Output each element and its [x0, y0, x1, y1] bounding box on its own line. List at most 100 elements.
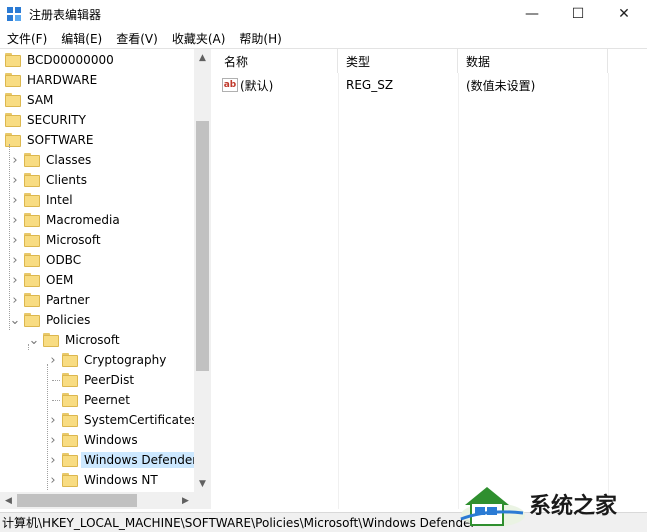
tree-node[interactable]: › Intel — [0, 190, 194, 210]
maximize-button[interactable]: ☐ — [555, 0, 601, 28]
menu-favorites[interactable]: 收藏夹(A) — [165, 30, 233, 47]
tree-node[interactable]: › Windows NT — [0, 470, 194, 490]
value-list[interactable]: 名称 类型 数据 ab (默认) REG_SZ (数值未设置) — [216, 49, 647, 509]
folder-icon — [24, 313, 40, 327]
folder-icon — [62, 473, 78, 487]
column-header-data[interactable]: 数据 — [458, 49, 608, 73]
tree-node[interactable]: › Windows — [0, 430, 194, 450]
tree-node[interactable]: › OEM — [0, 270, 194, 290]
column-separator — [338, 73, 339, 509]
tree-node-label: Microsoft — [65, 333, 120, 347]
registry-tree[interactable]: BCD00000000 HARDWARE SAM SECURITY SOFTWARE › C… — [0, 49, 211, 492]
chevron-right-icon[interactable]: › — [10, 150, 20, 170]
folder-icon — [62, 413, 78, 427]
tree-node-label: Macromedia — [46, 213, 120, 227]
folder-icon — [5, 93, 21, 107]
column-header-type[interactable]: 类型 — [338, 49, 458, 73]
watermark: 系统之家 — [457, 478, 647, 530]
watermark-text: 系统之家 — [529, 494, 618, 519]
tree-node[interactable]: PeerDist — [0, 370, 194, 390]
tree-node[interactable]: › Clients — [0, 170, 194, 190]
folder-icon — [5, 113, 21, 127]
folder-icon — [62, 393, 78, 407]
scroll-left-icon[interactable]: ◀ — [0, 492, 17, 509]
ab-string-icon: ab — [222, 78, 238, 92]
tree-node[interactable]: SOFTWARE — [0, 130, 194, 150]
tree-node-label: Windows — [84, 433, 138, 447]
menu-file[interactable]: 文件(F) — [0, 30, 54, 47]
tree-node[interactable]: BCD00000000 — [0, 50, 194, 70]
menu-view[interactable]: 查看(V) — [109, 30, 165, 47]
tree-node-label: SAM — [27, 93, 54, 107]
tree-node[interactable]: › SystemCertificates — [0, 410, 197, 430]
chevron-down-icon[interactable]: ⌄ — [10, 310, 21, 330]
menu-bar: 文件(F) 编辑(E) 查看(V) 收藏夹(A) 帮助(H) — [0, 28, 647, 48]
tree-vertical-scrollbar[interactable]: ▲ ▼ — [194, 49, 211, 492]
tree-node-label: Windows NT — [84, 473, 158, 487]
tree-horizontal-scrollbar[interactable]: ◀ ▶ — [0, 492, 211, 509]
minimize-button[interactable]: — — [509, 0, 555, 28]
folder-icon — [24, 193, 40, 207]
tree-node[interactable]: › Macromedia — [0, 210, 194, 230]
scroll-up-icon[interactable]: ▲ — [194, 49, 211, 66]
scroll-right-icon[interactable]: ▶ — [177, 492, 194, 509]
tree-node[interactable]: › ODBC — [0, 250, 194, 270]
tree-node-label: Cryptography — [84, 353, 167, 367]
column-header-name[interactable]: 名称 — [216, 49, 338, 73]
chevron-right-icon[interactable]: › — [48, 410, 58, 430]
chevron-right-icon[interactable]: › — [10, 250, 20, 270]
chevron-right-icon[interactable]: › — [10, 290, 20, 310]
chevron-right-icon[interactable]: › — [10, 210, 20, 230]
tree-node-label: BCD00000000 — [27, 53, 114, 67]
folder-icon — [24, 213, 40, 227]
folder-icon — [24, 153, 40, 167]
tree-node[interactable]: › Classes — [0, 150, 194, 170]
tree-node[interactable]: › Windows Defender — [0, 450, 201, 470]
tree-node[interactable]: Peernet — [0, 390, 194, 410]
chevron-right-icon[interactable]: › — [48, 430, 58, 450]
folder-icon — [24, 293, 40, 307]
chevron-right-icon[interactable]: › — [48, 350, 58, 370]
tree-node-label: ODBC — [46, 253, 82, 267]
chevron-right-icon[interactable]: › — [10, 190, 20, 210]
value-type: REG_SZ — [346, 78, 394, 92]
close-icon: ✕ — [618, 6, 630, 22]
column-separator — [608, 73, 609, 509]
tree-node[interactable]: › Cryptography — [0, 350, 194, 370]
scroll-thumb[interactable] — [196, 121, 209, 371]
tree-node-label: Windows Defender — [81, 452, 201, 468]
tree-node-label: Intel — [46, 193, 73, 207]
scroll-down-icon[interactable]: ▼ — [194, 475, 211, 492]
tree-node-label: Classes — [46, 153, 92, 167]
minimize-icon: — — [525, 6, 539, 22]
close-button[interactable]: ✕ — [601, 0, 647, 28]
menu-edit[interactable]: 编辑(E) — [54, 30, 109, 47]
tree-node-label: Peernet — [84, 393, 130, 407]
tree-node[interactable]: ⌄ Microsoft — [0, 330, 194, 350]
folder-icon — [24, 233, 40, 247]
registry-path: 计算机\HKEY_LOCAL_MACHINE\SOFTWARE\Policies… — [2, 516, 476, 530]
chevron-right-icon[interactable]: › — [10, 270, 20, 290]
value-data: (数值未设置) — [466, 78, 536, 93]
folder-icon — [5, 133, 21, 147]
chevron-right-icon[interactable]: › — [10, 170, 20, 190]
window-title: 注册表编辑器 — [29, 8, 102, 22]
value-name-cell: ab (默认) — [222, 75, 336, 95]
chevron-right-icon[interactable]: › — [48, 470, 58, 490]
tree-node-label: HARDWARE — [27, 73, 98, 87]
tree-node[interactable]: › Partner — [0, 290, 194, 310]
tree-node[interactable]: SECURITY — [0, 110, 194, 130]
tree-node[interactable]: SAM — [0, 90, 194, 110]
tree-node[interactable]: HARDWARE — [0, 70, 194, 90]
scroll-thumb-horizontal[interactable] — [17, 494, 137, 507]
value-row[interactable]: ab (默认) REG_SZ (数值未设置) — [216, 75, 647, 95]
tree-node[interactable]: › Microsoft — [0, 230, 194, 250]
folder-icon — [62, 373, 78, 387]
chevron-right-icon[interactable]: › — [48, 450, 58, 470]
tree-node-label: SystemCertificates — [84, 413, 198, 427]
tree-node[interactable]: ⌄ Policies — [0, 310, 194, 330]
menu-help[interactable]: 帮助(H) — [232, 30, 288, 47]
chevron-down-icon[interactable]: ⌄ — [29, 330, 40, 350]
chevron-right-icon[interactable]: › — [10, 230, 20, 250]
maximize-icon: ☐ — [571, 6, 585, 22]
